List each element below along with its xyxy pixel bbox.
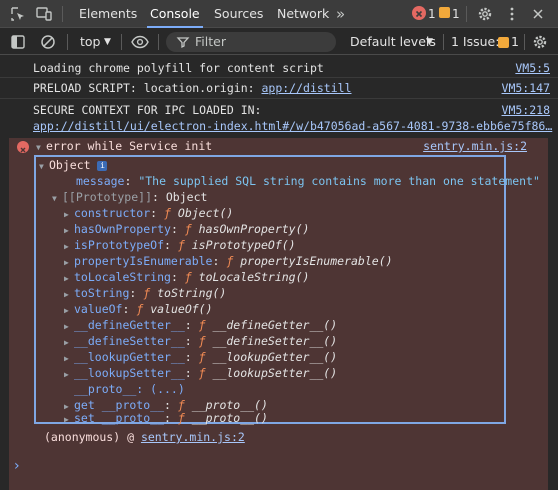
filter-placeholder: Filter <box>195 34 226 49</box>
expand-triangle-icon[interactable]: ▶ <box>64 412 74 428</box>
error-title: error while Service init <box>46 139 213 153</box>
console-prompt-input[interactable]: › <box>14 458 20 474</box>
chevron-down-icon[interactable]: ▼ <box>104 29 111 55</box>
log-entry: PRELOAD SCRIPT: location.origin: app://d… <box>0 80 558 96</box>
separator <box>524 34 525 50</box>
divider <box>0 98 558 99</box>
log-message: SECURE CONTEXT FOR IPC LOADED IN: <box>33 103 262 117</box>
separator <box>443 34 444 50</box>
console-output: Loading chrome polyfill for content scri… <box>0 56 558 490</box>
log-message: Loading chrome polyfill for content scri… <box>33 61 324 75</box>
error-message-block: ▼ error while Service init sentry.min.js:… <box>9 138 548 490</box>
console-settings-gear-icon[interactable] <box>530 32 550 52</box>
log-entry: SECURE CONTEXT FOR IPC LOADED IN: app://… <box>0 102 558 134</box>
issue-warning-icon[interactable] <box>498 37 509 48</box>
message-property: message: "The supplied SQL string contai… <box>76 174 540 188</box>
expand-triangle-icon[interactable]: ▼ <box>39 159 49 175</box>
message-value: "The supplied SQL string contains more t… <box>138 174 540 188</box>
object-inspector: ▼ Object i message: "The supplied SQL str… <box>34 155 540 426</box>
log-source-link[interactable]: VM5:147 <box>502 80 550 96</box>
separator <box>158 34 159 50</box>
issues-count[interactable]: 1 <box>511 29 519 55</box>
expand-triangle-icon[interactable]: ▼ <box>36 140 46 156</box>
separator <box>67 34 68 50</box>
prototype-member[interactable]: ▶ toLocaleString: ƒ toLocaleString() <box>64 269 309 285</box>
separator <box>466 6 467 22</box>
tab-console[interactable]: Console <box>147 0 203 28</box>
prototype-member[interactable]: ▶ __lookupSetter__: ƒ __lookupSetter__() <box>64 365 337 381</box>
tab-sources[interactable]: Sources <box>214 0 263 28</box>
prototype-member[interactable]: ▶ valueOf: ƒ valueOf() <box>64 301 213 317</box>
separator <box>121 34 122 50</box>
settings-gear-icon[interactable] <box>475 4 495 24</box>
issues-button[interactable]: 1 Issue: <box>451 29 499 55</box>
log-entry: Loading chrome polyfill for content scri… <box>0 60 558 76</box>
stack-source-link[interactable]: sentry.min.js:2 <box>141 430 245 444</box>
stack-frame: (anonymous) @ <box>44 430 141 444</box>
proto-setter[interactable]: ▶ set __proto__: ƒ __proto__() <box>64 410 268 426</box>
error-icon <box>17 141 29 153</box>
object-header[interactable]: ▼ Object i <box>39 157 108 175</box>
clear-console-icon[interactable] <box>38 32 58 52</box>
warning-count-icon[interactable] <box>439 7 450 18</box>
prototype-member[interactable]: ▶ isPrototypeOf: ƒ isPrototypeOf() <box>64 237 296 253</box>
prototype-member[interactable]: ▶ hasOwnProperty: ƒ hasOwnProperty() <box>64 221 309 237</box>
filter-input[interactable]: Filter <box>166 32 336 52</box>
error-count[interactable]: 1 <box>428 0 436 28</box>
more-options-icon[interactable] <box>502 4 522 24</box>
property-value: Object <box>165 190 208 204</box>
inspect-element-icon[interactable] <box>8 4 28 24</box>
tab-elements[interactable]: Elements <box>79 0 137 28</box>
prototype-member[interactable]: ▶ constructor: ƒ Object() <box>64 205 233 221</box>
log-message: PRELOAD SCRIPT: location.origin: <box>33 81 262 95</box>
chevron-down-icon[interactable]: ▼ <box>426 29 433 55</box>
log-source-link[interactable]: VM5:218 <box>502 102 550 118</box>
filter-icon <box>176 34 190 53</box>
proto-accessor[interactable]: __proto__: (...) <box>74 381 185 397</box>
tab-network[interactable]: Network <box>277 0 329 28</box>
context-selector[interactable]: top <box>80 29 100 55</box>
close-devtools-icon[interactable] <box>528 4 548 24</box>
stack-trace-line: (anonymous) @ sentry.min.js:2 <box>44 429 245 445</box>
prototype-member[interactable]: ▶ __defineGetter__: ƒ __defineGetter__() <box>64 317 337 333</box>
error-header[interactable]: ▼ error while Service init <box>36 138 212 154</box>
origin-link[interactable]: app://distill <box>261 81 351 95</box>
ipc-url-link[interactable]: app://distill/ui/electron-index.html#/w/… <box>33 118 552 134</box>
devtools-tabbar: Elements Console Sources Network » 1 1 <box>0 0 558 28</box>
sidebar-toggle-icon[interactable] <box>8 32 28 52</box>
eye-icon[interactable] <box>130 32 150 52</box>
divider <box>0 77 558 78</box>
error-source-link[interactable]: sentry.min.js:2 <box>423 138 527 154</box>
error-count-icon[interactable] <box>412 6 426 20</box>
property-key: [[Prototype]] <box>62 190 153 204</box>
prototype-member[interactable]: ▶ toString: ƒ toString() <box>64 285 226 301</box>
object-label: Object <box>49 158 91 172</box>
separator <box>62 6 63 22</box>
console-toolbar: top ▼ Filter Default levels ▼ 1 Issue: 1 <box>0 29 558 55</box>
log-levels-dropdown[interactable]: Default levels <box>350 29 436 55</box>
prototype-property[interactable]: ▼ [[Prototype]]: Object <box>52 189 207 205</box>
more-tabs-button[interactable]: » <box>336 0 345 28</box>
property-key: message <box>76 174 125 188</box>
prototype-member[interactable]: ▶ __defineSetter__: ƒ __defineSetter__() <box>64 333 337 349</box>
device-toolbar-icon[interactable] <box>34 4 54 24</box>
prototype-member[interactable]: ▶ __lookupGetter__: ƒ __lookupGetter__() <box>64 349 337 365</box>
info-icon[interactable]: i <box>97 161 108 171</box>
log-source-link[interactable]: VM5:5 <box>515 60 550 76</box>
expand-triangle-icon[interactable]: ▼ <box>52 191 62 207</box>
expand-triangle-icon[interactable]: ▶ <box>64 367 74 383</box>
prototype-member[interactable]: ▶ propertyIsEnumerable: ƒ propertyIsEnume… <box>64 253 393 269</box>
warning-count[interactable]: 1 <box>452 0 460 28</box>
